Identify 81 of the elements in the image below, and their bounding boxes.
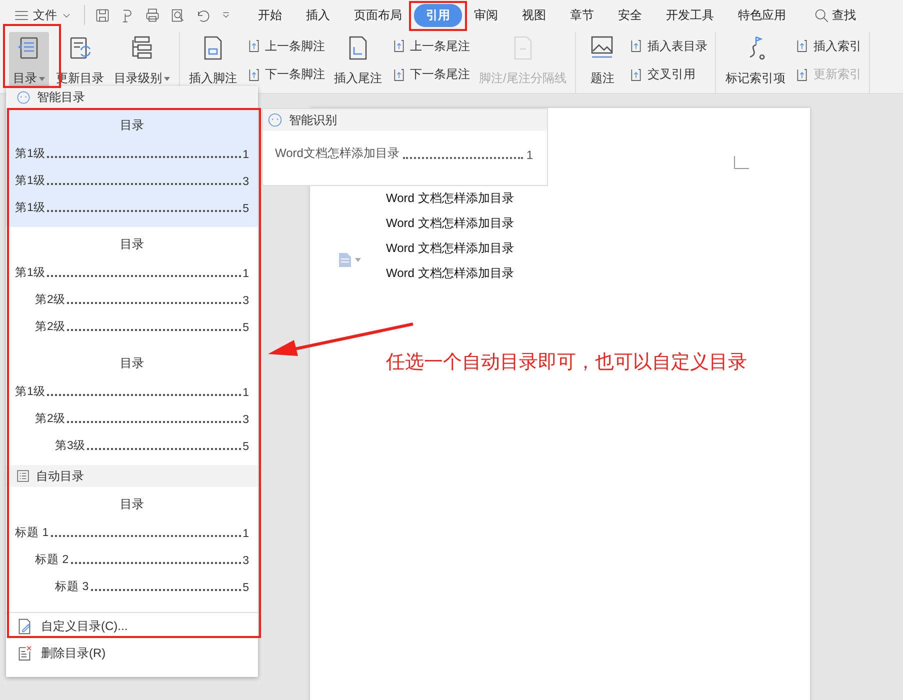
page-number: 3	[242, 414, 249, 426]
ribbon-button[interactable]: 标记索引项	[722, 32, 788, 89]
toc-entry-label: 标题 3	[55, 580, 89, 594]
toc-preset[interactable]: 目录 第1级 1 第1级 3 第1级 5	[6, 108, 258, 227]
ribbon-button[interactable]: 题注	[582, 32, 622, 89]
toc-entry-label: 标题 2	[35, 552, 69, 567]
save-icon[interactable]	[95, 8, 110, 22]
document-heading: Word 文档怎样添加目录	[386, 240, 514, 257]
paragraph-handle[interactable]	[338, 252, 361, 268]
toc-title: 目录	[120, 236, 144, 253]
toc-entry-label: 标题 1	[15, 526, 49, 540]
ribbon-tab[interactable]: 页面布局	[342, 4, 414, 26]
toc-title: 目录	[120, 117, 144, 134]
ribbon-tab[interactable]: 安全	[606, 4, 654, 26]
ribbon-tab[interactable]: 开始	[246, 4, 294, 26]
document-heading: Word 文档怎样添加目录	[386, 265, 514, 282]
toc-preset[interactable]: 目录 第1级 1 第2级 3 第3级 5	[6, 346, 258, 465]
submenu-header: 智能识别	[263, 109, 547, 131]
ribbon-tab[interactable]: 审阅	[462, 4, 510, 26]
ribbon-tab[interactable]: 特色应用	[726, 4, 798, 26]
menu-section-header: 智能目录	[6, 86, 258, 108]
undo-icon[interactable]	[195, 8, 210, 22]
ribbon-tab[interactable]: 视图	[510, 4, 558, 26]
document-heading: Word 文档怎样添加目录	[386, 190, 514, 207]
ribbon-tab[interactable]: 开发工具	[654, 4, 726, 26]
toc-entry-label: Word文档怎样添加目录	[275, 145, 400, 162]
ribbon-small-button[interactable]: 插入索引	[792, 36, 864, 56]
preview-icon[interactable]	[170, 8, 185, 22]
page-number: 1	[242, 528, 249, 540]
page-number: 5	[242, 582, 249, 594]
ribbon-small-button[interactable]: 上一条脚注	[244, 36, 327, 56]
toc-title: 目录	[120, 355, 144, 372]
toc-entry-label: 第2级	[35, 320, 66, 334]
document-heading: Word 文档怎样添加目录	[386, 215, 514, 232]
ribbon-small-button[interactable]: 下一条脚注	[244, 65, 327, 84]
ribbon-button[interactable]: 插入尾注	[331, 32, 385, 89]
toc-preset[interactable]: 目录 第1级 1 第2级 3 第2级 5	[6, 227, 258, 346]
ribbon-small-button[interactable]: 下一条尾注	[389, 65, 472, 84]
file-menu[interactable]: 文件	[12, 4, 74, 26]
page-number: 3	[242, 176, 249, 188]
list-icon	[16, 469, 30, 483]
delete-list-icon	[16, 645, 33, 662]
toc-preset[interactable]: 目录 标题 1 1 标题 2 3 标题 3 5	[6, 487, 258, 606]
search-button[interactable]: 查找	[808, 6, 862, 24]
menu-item[interactable]: 删除目录(R)	[6, 640, 258, 667]
toc-entry-label: 第2级	[35, 292, 66, 307]
toc-entry-label: 第1级	[15, 266, 46, 280]
annotation-text: 任选一个自动目录即可，也可以自定义目录	[386, 351, 747, 375]
toc-title: 目录	[120, 496, 144, 513]
ribbon-button[interactable]: 目录	[9, 32, 49, 89]
page-number: 1	[526, 148, 533, 162]
margin-mark	[734, 156, 749, 169]
page-number: 3	[242, 555, 249, 567]
toc-entry-label: 第2级	[35, 412, 66, 426]
page-number: 5	[242, 203, 249, 215]
page-number: 1	[242, 268, 249, 280]
ribbon-button[interactable]: 插入脚注	[186, 32, 240, 89]
search-icon	[814, 8, 829, 22]
ribbon-small-button[interactable]: 插入表目录	[626, 36, 710, 56]
toc-entry-label: 第1级	[15, 146, 46, 161]
smart-face-icon	[267, 112, 283, 128]
toc-entry-label: 第1级	[15, 174, 46, 188]
menu-section-header: 自动目录	[6, 465, 258, 487]
highlight-frame	[409, 1, 467, 31]
page-number: 5	[242, 441, 249, 453]
menu-item[interactable]: 自定义目录(C)...	[6, 613, 258, 640]
page-number: 1	[242, 149, 249, 161]
ribbon-small-button[interactable]: 上一条尾注	[389, 36, 472, 56]
edit-document-icon	[16, 618, 33, 635]
print-icon[interactable]	[145, 8, 160, 22]
ribbon-tab[interactable]: 章节	[558, 4, 606, 26]
ribbon-button[interactable]: 目录级别	[111, 32, 173, 89]
smart-face-icon	[16, 90, 31, 104]
page-number: 3	[242, 295, 249, 307]
page-number: 1	[242, 387, 249, 399]
toc-entry-label: 第1级	[15, 200, 46, 215]
toc-entry-label: 第3级	[55, 438, 86, 453]
page-number: 5	[242, 322, 249, 334]
toc-entry-label: 第1级	[15, 384, 46, 399]
ribbon-tab[interactable]: 插入	[294, 4, 342, 26]
ribbon-small-button[interactable]: 交叉引用	[626, 65, 710, 84]
